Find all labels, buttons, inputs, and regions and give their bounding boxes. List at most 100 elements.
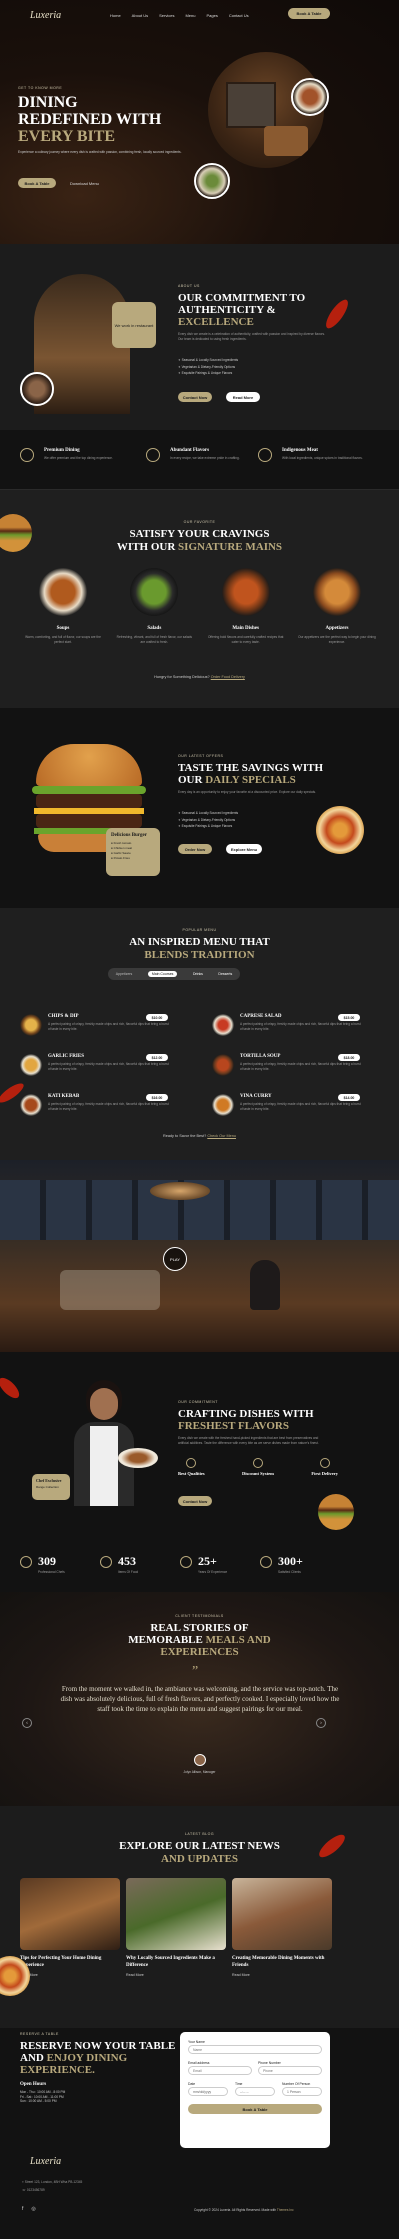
feature-item: Best Qualities <box>178 1458 205 1476</box>
order-now-button[interactable]: Order Now <box>178 844 212 854</box>
email-input[interactable] <box>188 2066 252 2075</box>
book-table-submit[interactable]: Book A Table <box>188 2104 322 2114</box>
play-button[interactable]: PLAY <box>163 1247 187 1271</box>
location-icon: ⌖ <box>22 2180 24 2184</box>
footer-phone: ☏ 0123456789 <box>22 2188 45 2192</box>
read-more-button[interactable]: Read More <box>226 392 260 402</box>
menu-item-price: $10.00 <box>146 1014 168 1021</box>
footer-address: ⌖ Street 123, London, 4BH Wha PB-12345 <box>22 2180 83 2184</box>
nav-book-button[interactable]: Book A Table <box>288 8 330 19</box>
fresh-contact-button[interactable]: Contact Now <box>178 1496 212 1506</box>
hero-title-line3: EVERY BITE <box>18 128 116 145</box>
hero-dish-image-1 <box>291 78 329 116</box>
reservation-form: Your Name Email address Phone Number Dat… <box>180 2032 330 2148</box>
read-more-link[interactable]: Read More <box>20 1973 120 1977</box>
mains-card[interactable]: Salads Refreshing, vibrant, and full of … <box>115 568 193 644</box>
soup-image <box>39 568 87 616</box>
next-arrow-icon[interactable]: › <box>316 1718 326 1728</box>
menu-item-image <box>212 1014 234 1036</box>
menu-item-desc: A perfect pairing of crispy, freshly mad… <box>48 1102 169 1111</box>
specials-description: Every day is an opportunity to enjoy you… <box>178 790 317 794</box>
footer: Luxeria ⌖ Street 123, London, 4BH Wha PB… <box>0 2156 399 2239</box>
order-delivery-link[interactable]: Order Food Delivery <box>211 675 245 679</box>
mains-card-title: Soups <box>56 626 70 631</box>
testimonial-title-line3: EXPERIENCES <box>160 1646 239 1658</box>
meat-icon <box>258 448 272 462</box>
hours-list: Mon - Thu : 10:00 AM - 8:00 PM Fri - Sat… <box>20 2090 65 2104</box>
menu-item[interactable]: VINA CURRY $14.00 A perfect pairing of c… <box>212 1094 368 1130</box>
menu-item[interactable]: CHIPS & DIP $10.00 A perfect pairing of … <box>20 1014 176 1050</box>
mains-title-line2: WITH OUR SIGNATURE MAINS <box>116 541 283 553</box>
menu-item-desc: A perfect pairing of crispy, freshly mad… <box>240 1022 361 1031</box>
hero-book-button[interactable]: Book A Table <box>18 178 56 188</box>
specials-title: TASTE THE SAVINGS WITH OUR DAILY SPECIAL… <box>178 762 323 786</box>
logo[interactable]: Luxeria <box>30 10 61 21</box>
mains-card-title: Main Dishes <box>232 626 259 631</box>
nav-services[interactable]: Services <box>159 13 174 18</box>
plate-icon <box>20 448 34 462</box>
mains-card[interactable]: Appetizers Our appetizers are the perfec… <box>298 568 376 644</box>
tab-drinks[interactable]: Drinks <box>193 972 203 976</box>
nav-menu[interactable]: Menu <box>185 13 195 18</box>
chef-hat-icon <box>20 1556 32 1568</box>
list-item: ● Potato Fries <box>111 856 130 860</box>
testimonial-avatar <box>194 1754 206 1766</box>
menu-item-price: $15.00 <box>338 1014 360 1021</box>
menu-item[interactable]: KATI KEBAB $16.00 A perfect pairing of c… <box>20 1094 176 1130</box>
people-select[interactable]: 1 Person <box>282 2087 322 2096</box>
name-input[interactable] <box>188 2045 322 2054</box>
chili-decoration <box>0 1374 23 1402</box>
hero-title: DINING REDEFINED WITH EVERY BITE <box>18 94 161 145</box>
prev-arrow-icon[interactable]: ‹ <box>22 1718 32 1728</box>
check-menu-link[interactable]: Check Our Menu <box>207 1134 236 1138</box>
menu-item[interactable]: TORTILLA SOUP $18.00 A perfect pairing o… <box>212 1054 368 1090</box>
instagram-icon[interactable]: ◎ <box>31 2206 35 2212</box>
nav-about[interactable]: About Us <box>132 13 148 18</box>
news-card-image <box>20 1878 120 1950</box>
time-input[interactable]: --:-- -- <box>235 2087 275 2096</box>
explore-menu-button[interactable]: Explore Menu <box>226 844 262 854</box>
testimonial-title: REAL STORIES OF MEMORABLE MEALS AND EXPE… <box>0 1622 399 1658</box>
news-title-line2: AND UPDATES <box>160 1853 239 1865</box>
menu-title-line1: AN INSPIRED MENU THAT <box>129 936 270 948</box>
menu-item[interactable]: GARLIC FRIES $12.00 A perfect pairing of… <box>20 1054 176 1090</box>
mains-card[interactable]: Soups Warm, comforting, and full of flav… <box>24 568 102 644</box>
stat-number: 300+ <box>278 1554 303 1568</box>
nav-contact[interactable]: Contact Us <box>229 13 249 18</box>
features-section: Premium Dining We offer premium and the … <box>0 430 399 490</box>
read-more-link[interactable]: Read More <box>232 1973 332 1977</box>
date-input[interactable]: mm/dd/yyyy <box>188 2087 228 2096</box>
tab-appetizers[interactable]: Appetizers <box>116 972 133 976</box>
name-label: Your Name <box>188 2040 205 2044</box>
news-card[interactable]: Creating Memorable Dining Moments with F… <box>232 1878 332 1977</box>
social-links: f ◎ <box>22 2206 36 2212</box>
news-card[interactable]: Tips for Perfecting Your Home Dining Exp… <box>20 1878 120 1977</box>
news-card[interactable]: Why Locally Sourced Ingredients Make a D… <box>126 1878 226 1977</box>
hero-title-line2: REDEFINED WITH <box>18 111 162 128</box>
reserve-title: RESERVE NOW YOUR TABLE AND ENJOY DINING … <box>20 2040 175 2076</box>
phone-input[interactable] <box>258 2066 322 2075</box>
testimonial-tag: Client Testimonials <box>175 1614 224 1618</box>
tab-desserts[interactable]: Desserts <box>218 972 232 976</box>
mains-section: Our Favorite SATISFY YOUR CRAVINGS WITH … <box>0 490 399 708</box>
commitment-section: We work in restaurant About us OUR COMMI… <box>0 244 399 430</box>
footer-logo[interactable]: Luxeria <box>30 2156 61 2167</box>
mains-card[interactable]: Main Dishes Offering bold flavors and ca… <box>207 568 285 644</box>
menu-item[interactable]: CAPRESE SALAD $15.00 A perfect pairing o… <box>212 1014 368 1050</box>
hero-section: Luxeria Home About Us Services Menu Page… <box>0 0 399 244</box>
nav-pages[interactable]: Pages <box>206 13 217 18</box>
nav-home[interactable]: Home <box>110 13 121 18</box>
tab-main-courses[interactable]: Main Courses <box>147 971 178 977</box>
chef-plate-image <box>118 1448 158 1468</box>
menu-item-name: VINA CURRY <box>240 1094 272 1099</box>
menu-title-line2: BLENDS TRADITION <box>144 949 255 961</box>
commitment-tag: About us <box>178 284 200 288</box>
read-more-link[interactable]: Read More <box>126 1973 226 1977</box>
facebook-icon[interactable]: f <box>22 2206 23 2212</box>
menu-tag: Popular Menu <box>182 928 217 932</box>
fresh-tag: Our Commitment <box>178 1400 218 1404</box>
contact-now-button[interactable]: Contact Now <box>178 392 212 402</box>
specials-tag: Our Latest Offers <box>178 754 224 758</box>
hero-download-link[interactable]: Download Menu <box>70 181 99 186</box>
reserve-tag: Reserve a Table <box>20 2032 59 2036</box>
